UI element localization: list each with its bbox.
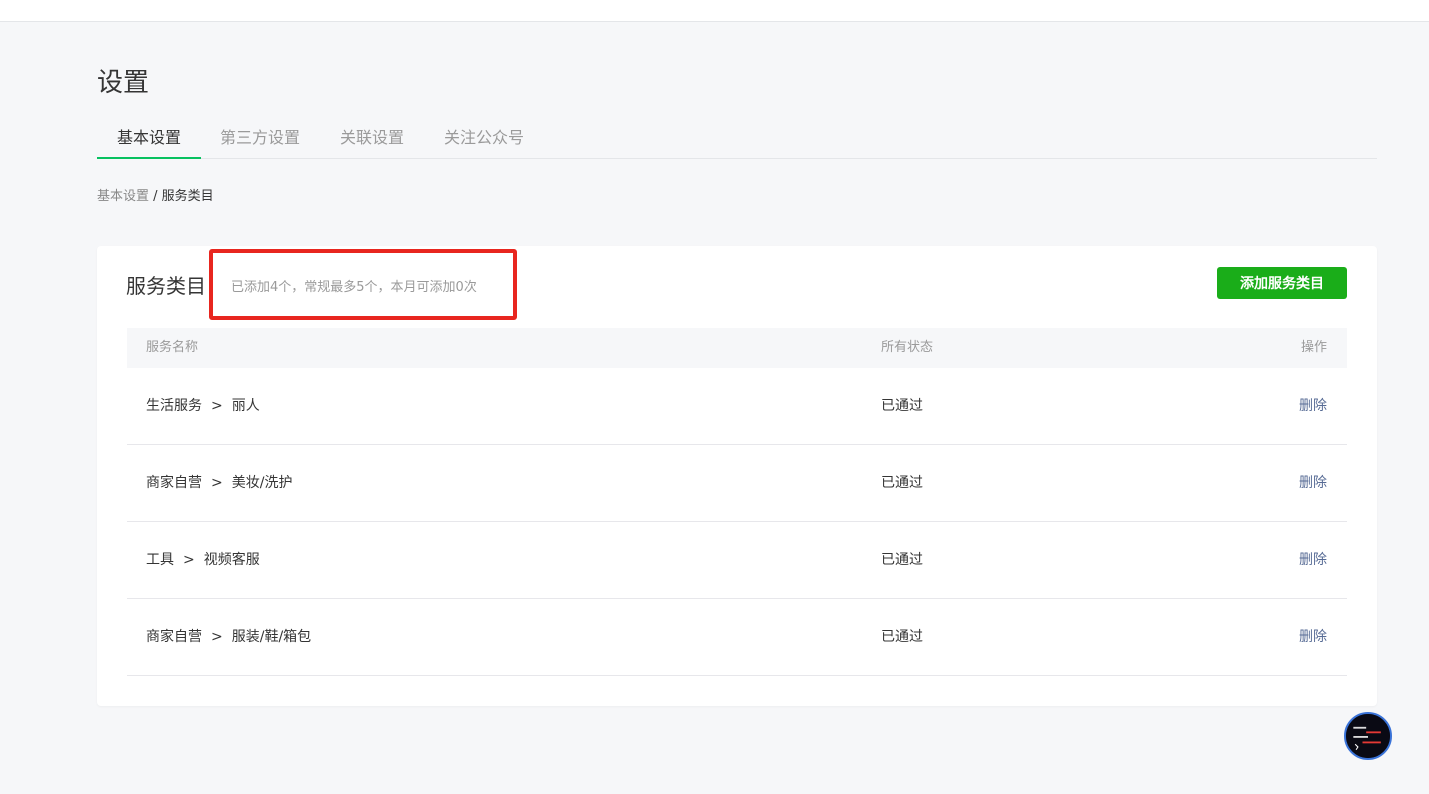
header-operation: 操作: [1300, 340, 1327, 355]
subcategory-label: 服装/鞋/箱包: [231, 629, 312, 645]
tab-link-settings[interactable]: 关联设置: [330, 118, 414, 158]
table-row: 商家自营 > 美妆/洗护 已通过 删除: [127, 445, 1347, 522]
status-cell: 已通过: [881, 552, 923, 568]
breadcrumb-separator: /: [149, 189, 162, 204]
tab-bar: 基本设置 第三方设置 关联设置 关注公众号: [97, 118, 1377, 159]
category-label: 商家自营: [146, 475, 202, 491]
header-service-name: 服务名称: [146, 340, 199, 355]
operation-cell: 删除: [1299, 522, 1327, 598]
category-label: 工具: [146, 552, 174, 568]
floating-avatar-badge[interactable]: [1344, 712, 1392, 760]
tab-basic-settings[interactable]: 基本设置: [97, 118, 201, 159]
delete-link[interactable]: 删除: [1299, 552, 1327, 568]
service-name-cell: 生活服务 > 丽人: [146, 368, 260, 444]
delete-link[interactable]: 删除: [1299, 475, 1327, 491]
operation-cell: 删除: [1299, 445, 1327, 521]
page-title: 设置: [97, 68, 150, 98]
service-name-cell: 商家自营 > 服装/鞋/箱包: [146, 599, 311, 675]
table-header: 服务名称 所有状态 操作: [127, 328, 1347, 368]
subcategory-label: 丽人: [231, 398, 260, 414]
service-category-card: 服务类目 已添加4个，常规最多5个，本月可添加0次 添加服务类目 服务名称 所有…: [97, 246, 1377, 706]
subcategory-label: 视频客服: [203, 552, 260, 568]
top-bar: [0, 0, 1429, 22]
tab-follow-official-account[interactable]: 关注公众号: [434, 118, 534, 158]
add-service-category-button[interactable]: 添加服务类目: [1217, 267, 1347, 299]
category-label: 生活服务: [146, 398, 202, 414]
delete-link[interactable]: 删除: [1299, 629, 1327, 645]
avatar-badge-icon: [1346, 714, 1390, 758]
arrow-separator: >: [211, 398, 223, 414]
breadcrumb-current: 服务类目: [161, 189, 214, 204]
header-status-filter[interactable]: 所有状态: [881, 328, 933, 368]
card-title: 服务类目: [126, 274, 206, 298]
tab-third-party-settings[interactable]: 第三方设置: [210, 118, 310, 158]
arrow-separator: >: [211, 629, 223, 645]
arrow-separator: >: [211, 475, 223, 491]
category-label: 商家自营: [146, 629, 202, 645]
table-row: 工具 > 视频客服 已通过 删除: [127, 522, 1347, 599]
service-category-table: 服务名称 所有状态 操作 生活服务 > 丽人 已通过 删除 商家自营 > 美妆/洗护 已…: [127, 328, 1347, 676]
status-cell: 已通过: [881, 629, 923, 645]
breadcrumb: 基本设置 / 服务类目: [97, 185, 214, 204]
highlight-annotation-box: [209, 249, 517, 320]
service-name-cell: 商家自营 > 美妆/洗护: [146, 445, 292, 521]
breadcrumb-parent-link[interactable]: 基本设置: [97, 189, 149, 204]
table-row: 生活服务 > 丽人 已通过 删除: [127, 368, 1347, 445]
table-row: 商家自营 > 服装/鞋/箱包 已通过 删除: [127, 599, 1347, 676]
service-name-cell: 工具 > 视频客服: [146, 522, 260, 598]
operation-cell: 删除: [1299, 599, 1327, 675]
operation-cell: 删除: [1299, 368, 1327, 444]
status-cell: 已通过: [881, 398, 923, 414]
delete-link[interactable]: 删除: [1299, 398, 1327, 414]
subcategory-label: 美妆/洗护: [231, 475, 293, 491]
arrow-separator: >: [183, 552, 195, 568]
status-cell: 已通过: [881, 475, 923, 491]
